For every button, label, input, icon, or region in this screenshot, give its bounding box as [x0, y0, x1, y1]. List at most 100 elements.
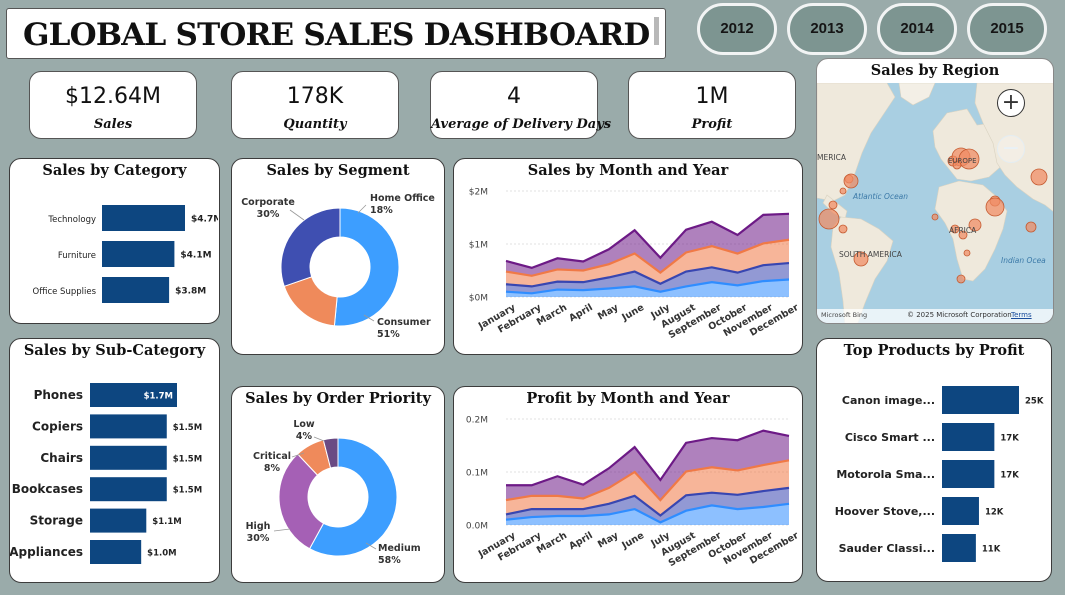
bubble-usa-central[interactable]	[843, 173, 859, 189]
bar-value-label: $1.5M	[173, 454, 202, 464]
bar[interactable]	[942, 460, 995, 488]
y-tick-label: $0M	[469, 294, 488, 304]
donut-leader-line[interactable]	[273, 528, 291, 532]
bar-category-label: Cisco Smart ...	[845, 431, 935, 444]
sales-by-priority-card[interactable]: Sales by Order Priority Low 4% Critical 8% H…	[231, 386, 445, 583]
bubble-west-africa[interactable]	[931, 213, 939, 221]
bar[interactable]	[942, 423, 995, 451]
bubble-mexico[interactable]	[839, 187, 847, 195]
donut-slice[interactable]	[283, 276, 338, 327]
sales-by-subcategory-title: Sales by Sub-Category	[23, 342, 206, 359]
kpi-profit-value: 1M	[695, 84, 729, 109]
bing-logo: Microsoft Bing	[821, 311, 868, 319]
bar-value-label: $4.1M	[180, 251, 211, 261]
kpi-profit-label: Profit	[691, 117, 733, 132]
bar[interactable]	[102, 205, 185, 231]
year-button-2012[interactable]: 2012	[697, 3, 777, 55]
sales-by-segment-card[interactable]: Sales by Segment Corporate 30% Home Office…	[231, 158, 445, 355]
donut-percent-label: 18%	[370, 205, 393, 216]
x-month-label: April	[567, 530, 594, 552]
bubble-congo[interactable]	[963, 249, 971, 257]
bar-category-label: Office Supplies	[33, 287, 97, 297]
year-button-2015[interactable]: 2015	[967, 3, 1047, 55]
sales-by-month-chart[interactable]: $0M$1M$2MJanuaryFebruaryMarchApril May Jun…	[454, 183, 801, 355]
kpi-delivery-days-card[interactable]: 4 Average of Delivery Days	[430, 71, 612, 139]
title-banner: GLOBAL STORE SALES DASHBOARD	[6, 8, 666, 59]
year-button-2013[interactable]: 2013	[787, 3, 867, 55]
bar[interactable]	[90, 540, 142, 564]
bubble-south-africa[interactable]	[956, 274, 966, 284]
profit-by-month-card[interactable]: Profit by Month and Year 0.0M 0.1M 0.2M Jan…	[453, 386, 803, 583]
map-greenland	[898, 83, 936, 106]
zoom-in-button[interactable]: +	[997, 89, 1025, 117]
sales-by-category-title: Sales by Category	[42, 162, 187, 179]
top-products-card[interactable]: Top Products by Profit Canon image... 25K…	[816, 338, 1052, 582]
bubble-asia[interactable]	[1030, 168, 1048, 186]
x-month-label: March	[535, 302, 569, 328]
donut-leader-line[interactable]	[289, 209, 305, 221]
map-terms-link[interactable]: Terms	[1011, 311, 1032, 319]
map-label-africa: AFRICA	[949, 226, 977, 235]
bar[interactable]	[90, 414, 167, 439]
kpi-delivery-days-label: Average of Delivery Days	[431, 117, 612, 132]
donut-slice[interactable]	[280, 207, 341, 287]
map-label-america: MERICA	[817, 153, 847, 162]
bar-category-label: Motorola Sma...	[836, 468, 935, 481]
bar[interactable]	[90, 477, 167, 502]
y-tick-label: 0.0M	[466, 522, 488, 532]
x-month-label: June	[619, 302, 646, 324]
bar[interactable]	[90, 508, 147, 533]
bubble-india[interactable]	[1025, 221, 1037, 233]
bar-value-label: $1.5M	[173, 486, 202, 496]
donut-leader-line[interactable]	[313, 436, 325, 442]
kpi-quantity-value: 178K	[286, 84, 344, 109]
bar-value-label: $1.0M	[147, 549, 176, 559]
bar[interactable]	[942, 497, 979, 525]
sales-by-region-card[interactable]: Sales by Region MERICA EUROPE Atlantic O…	[816, 58, 1054, 324]
year-button-2014[interactable]: 2014	[877, 3, 957, 55]
bubble-colombia[interactable]	[838, 224, 848, 234]
sales-by-month-title: Sales by Month and Year	[527, 162, 729, 179]
kpi-quantity-label: Quantity	[283, 117, 347, 132]
sales-by-category-chart[interactable]: Technology $4.7M Furniture $4.1M Office Supp…	[10, 183, 218, 323]
profit-by-month-chart[interactable]: 0.0M0.1M0.2MJanuaryFebruaryMarchApril May…	[454, 411, 801, 583]
sales-by-category-card[interactable]: Sales by Category Technology $4.7M Furnitu…	[9, 158, 220, 324]
top-products-chart[interactable]: Canon image... 25K Cisco Smart ... 17K Motor…	[817, 363, 1050, 581]
map-label-atlantic: Atlantic Ocean	[852, 192, 908, 201]
sales-by-subcategory-chart[interactable]: Phones $1.7M Copiers $1.5M Chairs $1.5M Bookca…	[10, 363, 218, 581]
kpi-sales-label: Sales	[93, 117, 133, 132]
donut-percent-label: 51%	[377, 329, 400, 340]
world-map[interactable]: MERICA EUROPE Atlantic Ocean AFRICA SOUT…	[817, 83, 1054, 324]
bar[interactable]	[90, 445, 167, 470]
bubble-central-america[interactable]	[818, 208, 840, 230]
kpi-profit-card[interactable]: 1M Profit	[628, 71, 796, 139]
bar[interactable]	[102, 241, 175, 267]
x-month-label: April	[567, 302, 594, 324]
sales-by-month-card[interactable]: Sales by Month and Year $0M $1M $2M January…	[453, 158, 803, 355]
bar-category-label: Copiers	[32, 419, 83, 433]
bubble-middle-east[interactable]	[985, 197, 1005, 217]
zoom-out-button[interactable]: −	[997, 135, 1025, 163]
bar[interactable]	[942, 386, 1019, 414]
kpi-quantity-card[interactable]: 178K Quantity	[231, 71, 399, 139]
map-canvas[interactable]: MERICA EUROPE Atlantic Ocean AFRICA SOUT…	[817, 83, 1053, 323]
donut-slice[interactable]	[333, 207, 400, 327]
map-label-europe: EUROPE	[948, 157, 977, 165]
sales-by-subcategory-card[interactable]: Sales by Sub-Category Phones $1.7M Copiers…	[9, 338, 220, 583]
bar-value-label: 17K	[1000, 434, 1019, 444]
donut-percent-label: 4%	[296, 431, 313, 442]
bar-category-label: Appliances	[10, 545, 83, 559]
kpi-sales-card[interactable]: $12.64M Sales	[29, 71, 197, 139]
donut-percent-label: 30%	[257, 209, 280, 220]
kpi-sales-value: $12.64M	[65, 84, 161, 109]
bar[interactable]	[942, 534, 976, 562]
bar[interactable]	[102, 277, 170, 303]
bar-value-label: 17K	[1000, 471, 1019, 481]
bubble-cuba[interactable]	[828, 200, 838, 210]
bar-category-label: Hoover Stove,...	[835, 505, 935, 518]
sales-by-segment-chart[interactable]: Corporate30% Home Office18% Consumer51%	[232, 183, 443, 355]
bar-value-label: $1.5M	[173, 423, 202, 433]
profit-by-month-title: Profit by Month and Year	[526, 390, 730, 407]
sales-by-priority-chart[interactable]: Low4% Critical8% High30% Medium58%	[232, 411, 443, 583]
y-tick-label: 0.2M	[466, 416, 488, 426]
